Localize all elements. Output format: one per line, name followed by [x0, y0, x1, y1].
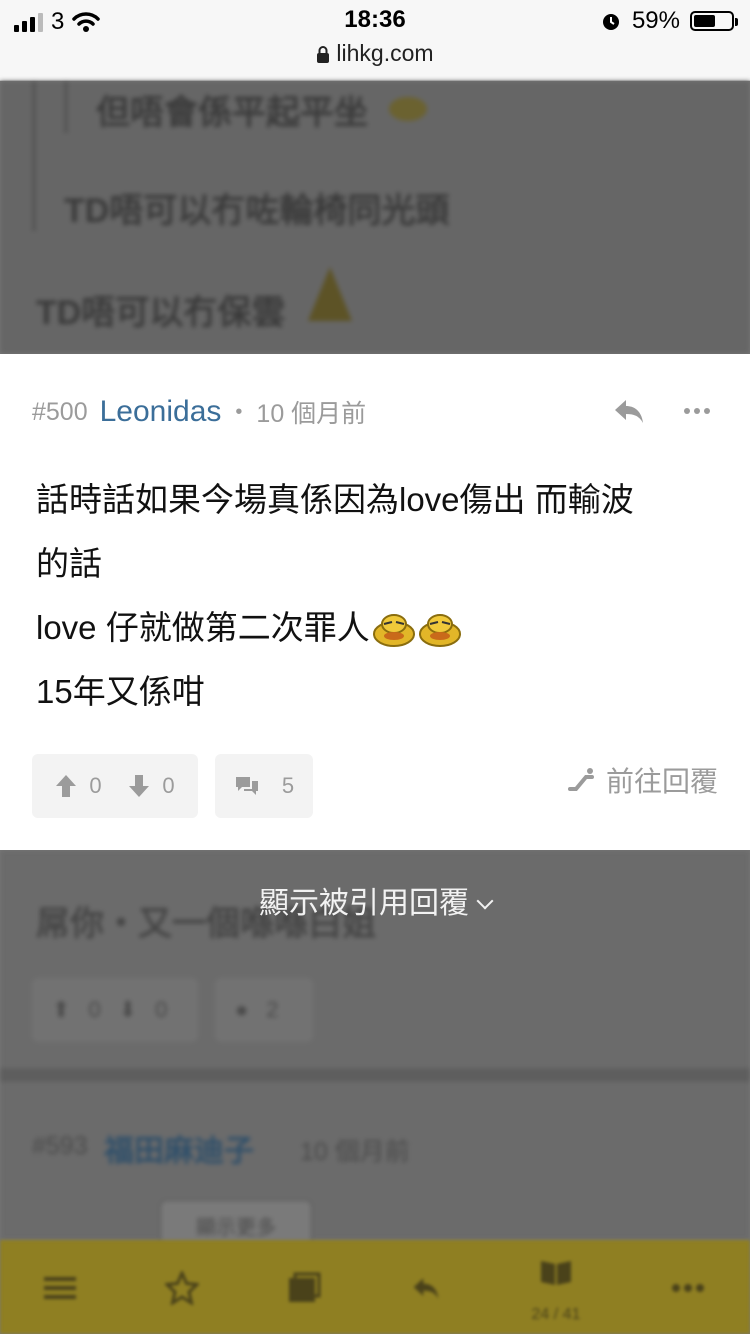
- post-time: 10 個月前: [300, 1138, 410, 1166]
- more-icon[interactable]: [668, 1270, 708, 1306]
- image-icon[interactable]: [284, 1270, 324, 1306]
- reply-icon[interactable]: [612, 394, 646, 428]
- post-line: 的話: [36, 545, 102, 582]
- quote-text-2: TD唔可以冇咗輪椅同光頭: [64, 192, 450, 230]
- star-icon[interactable]: [162, 1270, 202, 1306]
- battery-icon: [690, 11, 738, 31]
- post-line: 15年又係咁: [36, 673, 205, 710]
- upvote-button[interactable]: 0: [55, 773, 102, 799]
- post-content: 話時話如果今場真係因為love傷出 而輸波 的話 love 仔就做第二次罪人 1…: [36, 468, 716, 724]
- post-text: TD唔可以冇保雲: [36, 294, 286, 332]
- show-quoted-replies-button[interactable]: 顯示被引用回覆: [0, 878, 750, 922]
- username: 福田麻迪子: [104, 1135, 254, 1168]
- floor-number: #593: [32, 1132, 88, 1160]
- post-time: 10 個月前: [256, 400, 367, 428]
- chat-bubbles-icon: [235, 777, 258, 795]
- username-link[interactable]: Leonidas: [100, 395, 222, 429]
- background-post-top: 但唔會係平起平坐 TD唔可以冇咗輪椅同光頭 TD唔可以冇保雲: [0, 81, 750, 354]
- post-line: love 仔就做第二次罪人: [36, 609, 370, 646]
- post-card: #500 Leonidas • 10 個月前 話時話如果今場真係因為love傷出…: [0, 354, 750, 850]
- url-text: lihkg.com: [336, 40, 434, 66]
- goto-reply-button[interactable]: 前往回覆: [567, 760, 718, 800]
- upvote-count: 0: [89, 773, 102, 798]
- lock-icon: [317, 46, 330, 63]
- quote-text-1: 但唔會係平起平坐: [96, 94, 368, 132]
- book-icon[interactable]: [536, 1254, 576, 1290]
- comment-box: ● 2: [215, 978, 313, 1042]
- downvote-count: 0: [162, 773, 175, 798]
- quote-replies-button[interactable]: 5: [215, 754, 313, 818]
- goto-reply-label: 前往回覆: [605, 766, 718, 797]
- menu-icon[interactable]: [40, 1270, 80, 1306]
- page-indicator: 24 / 41: [531, 1306, 581, 1323]
- duck-emoji-icon: [372, 614, 415, 648]
- more-options-icon[interactable]: [684, 401, 714, 421]
- vote-box: ⬆ 0 ⬇ 0: [32, 978, 198, 1042]
- comment-count: 5: [281, 773, 295, 798]
- post-line: 話時話如果今場真係因為love傷出 而輸波: [36, 481, 634, 518]
- battery-percent: 59%: [631, 7, 680, 34]
- post-meta: #500 Leonidas • 10 個月前: [32, 395, 367, 429]
- floor-number: #500: [32, 397, 88, 426]
- url-bar[interactable]: lihkg.com: [0, 40, 750, 67]
- downvote-button[interactable]: 0: [128, 773, 175, 799]
- alarm-icon: [602, 14, 619, 30]
- emoji-icon: [389, 97, 427, 121]
- duck-emoji-icon: [418, 614, 461, 648]
- reply-icon[interactable]: [406, 1270, 446, 1306]
- emoji-icon: [308, 267, 352, 321]
- arrow-up-icon: [56, 775, 77, 797]
- vote-box: 0 0: [32, 754, 198, 818]
- chevron-down-icon: [476, 892, 494, 910]
- escalator-icon: [567, 768, 594, 791]
- status-bar: 3 18:36 lihkg.com 59%: [0, 0, 750, 81]
- bottom-toolbar: 24 / 41: [0, 1240, 750, 1334]
- arrow-down-icon: [129, 775, 150, 797]
